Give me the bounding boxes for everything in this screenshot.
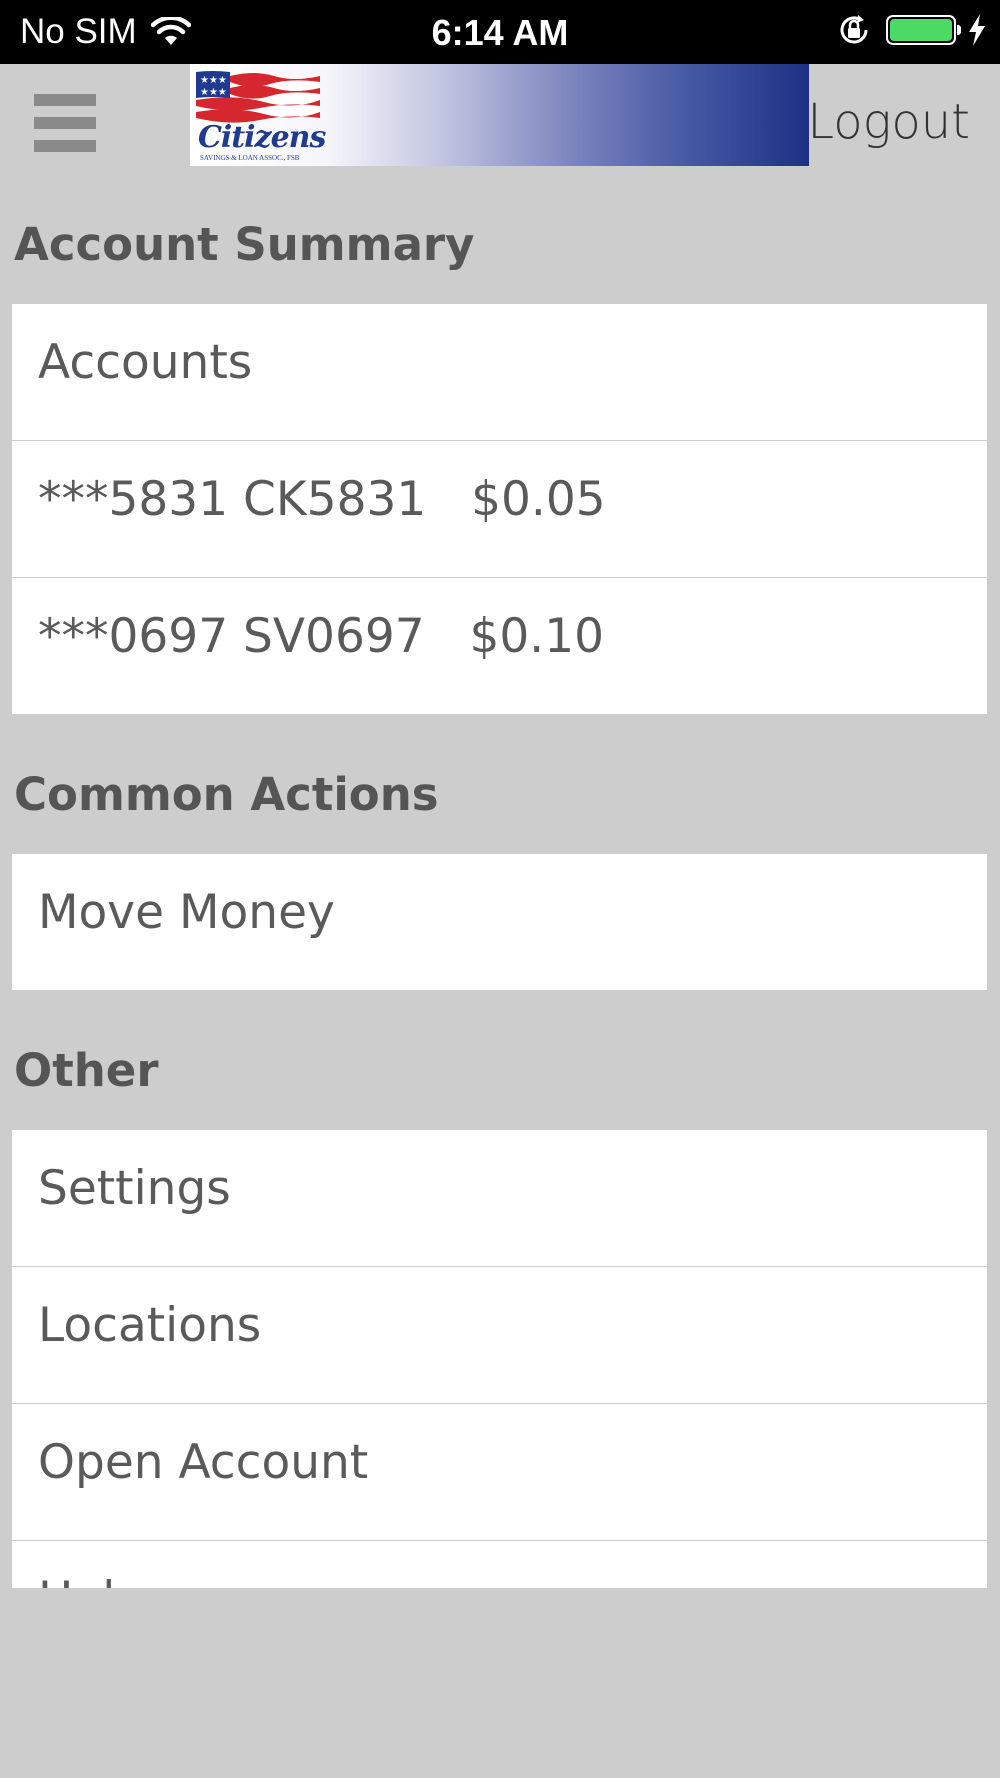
list-item-account-checking[interactable]: ***5831 CK5831 $0.05 xyxy=(12,441,987,577)
list-item-locations[interactable]: Locations xyxy=(12,1267,987,1403)
section-title-other: Other xyxy=(14,1044,159,1097)
section-title-account-summary: Account Summary xyxy=(14,218,475,271)
section-title-common-actions: Common Actions xyxy=(14,768,439,821)
list-item-help[interactable]: Help xyxy=(12,1541,987,1588)
list-item-move-money[interactable]: Move Money xyxy=(12,854,987,990)
list-item-account-savings[interactable]: ***0697 SV0697 $0.10 xyxy=(12,578,987,714)
list-item-open-account[interactable]: Open Account xyxy=(12,1404,987,1540)
list-item-accounts[interactable]: Accounts xyxy=(12,304,987,440)
content-area: Account Summary Accounts ***5831 CK5831 … xyxy=(0,0,1000,1588)
list-item-settings[interactable]: Settings xyxy=(12,1130,987,1266)
